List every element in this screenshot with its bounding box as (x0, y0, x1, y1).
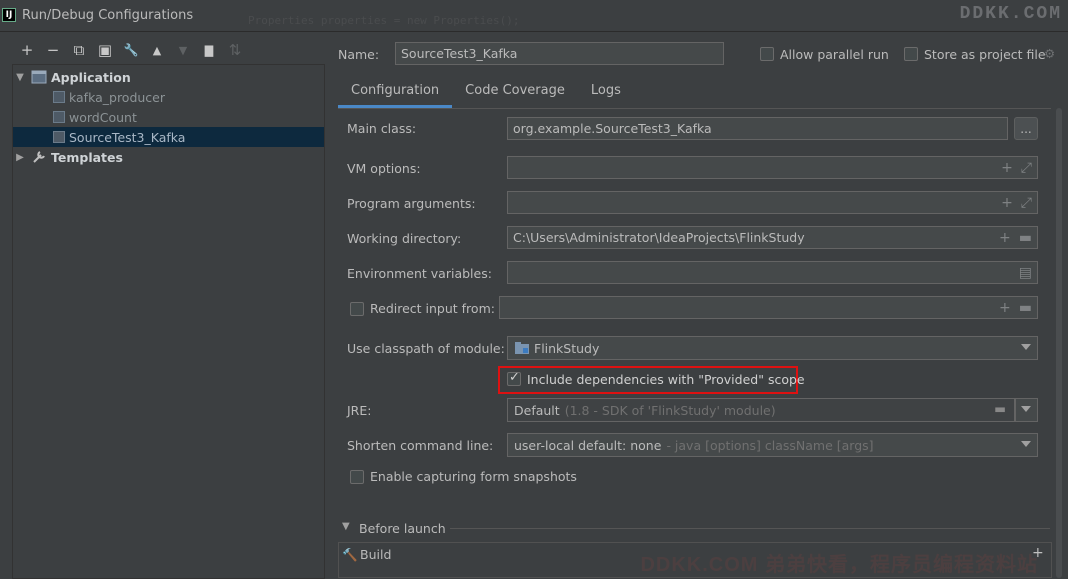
config-tree: ▼ Application kafka_producer wordCount S… (12, 64, 325, 579)
tree-item-label: Application (51, 69, 131, 85)
watermark-bottom: DDKK.COM 弟弟快看，程序员编程资料站 (640, 554, 1038, 576)
main-class-label: Main class: (347, 121, 417, 136)
environment-variables-input[interactable]: ▤ (507, 261, 1038, 284)
tab-configuration[interactable]: Configuration (338, 80, 453, 108)
config-tabs: Configuration Code Coverage Logs (338, 80, 634, 108)
tree-item-sourcetest3-kafka[interactable]: SourceTest3_Kafka (13, 127, 324, 147)
working-directory-label: Working directory: (347, 231, 462, 246)
add-icon[interactable]: + (1001, 160, 1013, 176)
before-launch-label: Before launch (359, 521, 446, 536)
vertical-scrollbar[interactable] (1056, 108, 1062, 578)
enable-snapshots-checkbox[interactable] (350, 470, 364, 484)
environment-variables-label: Environment variables: (347, 266, 492, 281)
folder-icon[interactable]: ▬ (1019, 300, 1032, 316)
watermark-top: DDKK.COM (959, 4, 1062, 24)
jre-value: Default (514, 402, 560, 418)
tree-item-label: Templates (51, 149, 123, 165)
document-icon[interactable]: ▤ (1019, 265, 1032, 281)
shorten-command-dropdown[interactable]: user-local default: none - java [options… (507, 433, 1038, 457)
include-provided-checkbox[interactable] (507, 370, 521, 386)
config-icon (53, 131, 65, 143)
expand-arrow-icon[interactable]: ▼ (13, 72, 27, 83)
add-icon[interactable]: + (999, 300, 1011, 316)
tree-item-kafka-producer[interactable]: kafka_producer (13, 87, 324, 107)
divider (450, 528, 1050, 529)
redirect-input-checkbox[interactable] (350, 302, 364, 316)
allow-parallel-checkbox[interactable] (760, 47, 774, 61)
working-directory-value: C:\Users\Administrator\IdeaProjects\Flin… (513, 230, 805, 245)
before-launch-arrow-icon[interactable]: ▼ (342, 521, 350, 532)
intellij-icon: IJ (2, 8, 16, 22)
config-icon (53, 91, 65, 103)
redirect-input-field[interactable]: + ▬ (499, 296, 1038, 319)
chevron-down-icon (1021, 406, 1031, 412)
right-panel: Name: SourceTest3_Kafka Allow parallel r… (330, 32, 1068, 579)
wrench-icon[interactable]: 🔧 (118, 40, 144, 60)
program-arguments-label: Program arguments: (347, 196, 476, 211)
allow-parallel-label: Allow parallel run (780, 47, 889, 62)
chevron-down-icon (1021, 344, 1031, 350)
copy-icon[interactable]: ⧉ (66, 40, 92, 60)
shorten-command-value: user-local default: none (514, 437, 662, 453)
store-as-project-checkbox[interactable] (904, 47, 918, 61)
tree-item-label: SourceTest3_Kafka (69, 129, 186, 145)
enable-snapshots-label: Enable capturing form snapshots (370, 469, 577, 484)
vm-options-input[interactable]: + ⤢ (507, 156, 1038, 179)
tree-item-templates[interactable]: ▶ Templates (13, 147, 324, 167)
redirect-input-label: Redirect input from: (370, 301, 495, 316)
working-directory-input[interactable]: C:\Users\Administrator\IdeaProjects\Flin… (507, 226, 1038, 249)
classpath-module-dropdown[interactable]: FlinkStudy (507, 336, 1038, 360)
expand-icon[interactable]: ⤢ (1021, 160, 1032, 176)
include-provided-label: Include dependencies with "Provided" sco… (527, 372, 805, 387)
browse-main-class-button[interactable]: ... (1014, 117, 1038, 140)
arrow-up-icon[interactable]: ▲ (144, 40, 170, 60)
jre-detail: (1.8 - SDK of 'FlinkStudy' module) (564, 402, 776, 418)
left-panel: + − ⧉ ▣ 🔧 ▲ ▼ ▇ ⇅ ▼ Application kafka_pr… (0, 32, 330, 579)
tree-item-label: kafka_producer (69, 89, 166, 105)
minus-icon[interactable]: − (40, 40, 66, 60)
add-icon[interactable]: + (999, 230, 1011, 246)
jre-chevron-button[interactable] (1015, 398, 1038, 422)
folder-icon[interactable]: ▬ (1019, 230, 1032, 246)
module-folder-icon (515, 342, 529, 354)
classpath-module-label: Use classpath of module: (347, 341, 505, 356)
build-task-label[interactable]: Build (360, 547, 391, 562)
name-input[interactable]: SourceTest3_Kafka (395, 42, 724, 65)
store-as-project-label: Store as project file (924, 47, 1046, 62)
save-icon[interactable]: ▣ (92, 40, 118, 60)
folder-icon[interactable]: ▬ (994, 401, 1006, 416)
expand-icon[interactable]: ⤢ (1021, 195, 1032, 211)
vm-options-label: VM options: (347, 161, 421, 176)
folder-plus-icon[interactable]: ▇ (196, 40, 222, 60)
gear-icon[interactable]: ⚙ (1044, 46, 1055, 61)
tab-logs[interactable]: Logs (578, 80, 634, 108)
title-bar: IJ Run/Debug Configurations Properties p… (0, 0, 1068, 32)
arrow-down-icon[interactable]: ▼ (170, 40, 196, 60)
application-icon (31, 70, 47, 84)
jre-label: JRE: (347, 403, 372, 418)
program-arguments-input[interactable]: + ⤢ (507, 191, 1038, 214)
tree-item-application[interactable]: ▼ Application (13, 67, 324, 87)
tab-code-coverage[interactable]: Code Coverage (452, 80, 578, 108)
config-icon (53, 111, 65, 123)
background-code: Properties properties = new Properties()… (248, 14, 520, 27)
chevron-down-icon (1021, 441, 1031, 447)
wrench-icon (33, 151, 45, 163)
add-icon[interactable]: + (1001, 195, 1013, 211)
hammer-icon: 🔨 (342, 547, 358, 562)
window-title: Run/Debug Configurations (22, 8, 194, 23)
shorten-command-detail: - java [options] className [args] (666, 437, 874, 453)
jre-dropdown[interactable]: Default (1.8 - SDK of 'FlinkStudy' modul… (507, 398, 1015, 422)
sort-icon[interactable]: ⇅ (222, 40, 248, 60)
plus-icon[interactable]: + (14, 40, 40, 60)
shorten-command-label: Shorten command line: (347, 438, 494, 453)
expand-arrow-icon[interactable]: ▶ (13, 152, 27, 163)
config-toolbar: + − ⧉ ▣ 🔧 ▲ ▼ ▇ ⇅ (14, 40, 248, 60)
name-label: Name: (338, 47, 380, 62)
tree-item-label: wordCount (69, 109, 137, 125)
main-class-input[interactable]: org.example.SourceTest3_Kafka (507, 117, 1008, 140)
classpath-module-value: FlinkStudy (534, 340, 600, 356)
tree-item-wordcount[interactable]: wordCount (13, 107, 324, 127)
